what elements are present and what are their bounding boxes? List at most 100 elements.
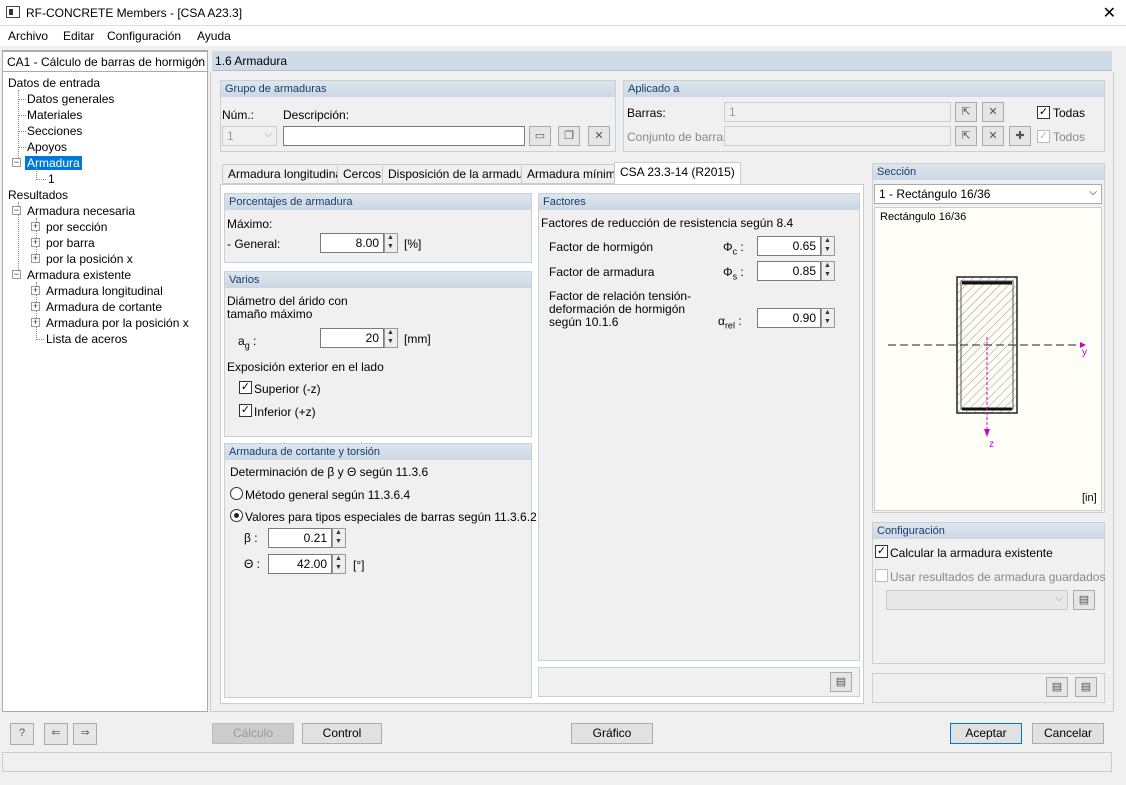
- section-select-value: 1 - Rectángulo 16/36: [879, 187, 991, 201]
- general-spinner[interactable]: [384, 233, 398, 253]
- bottom-checkbox[interactable]: ✓: [239, 404, 252, 417]
- menu-archivo[interactable]: Archivo: [8, 29, 48, 43]
- calc-button[interactable]: Cálculo: [212, 723, 294, 744]
- chevron-down-icon: ⌵: [1055, 593, 1063, 604]
- tree-sections[interactable]: Secciones: [27, 124, 82, 138]
- use-saved-checkbox[interactable]: [875, 569, 888, 582]
- menu-ayuda[interactable]: Ayuda: [197, 29, 231, 43]
- theta-spinner[interactable]: [332, 554, 346, 574]
- collapse-icon[interactable]: −: [12, 158, 21, 167]
- section-select[interactable]: 1 - Rectángulo 16/36 ⌵: [874, 184, 1102, 204]
- all-sets-checkbox[interactable]: ✓: [1037, 130, 1050, 143]
- tree-by-x2[interactable]: Armadura por la posición x: [46, 316, 189, 330]
- calc-existing-checkbox[interactable]: ✓: [875, 545, 888, 558]
- page-header: 1.6 Armadura: [212, 51, 1112, 71]
- expand-icon[interactable]: +: [31, 222, 40, 231]
- collapse-icon[interactable]: −: [12, 270, 21, 279]
- expand-icon[interactable]: +: [31, 286, 40, 295]
- cancel-button[interactable]: Cancelar: [1032, 723, 1104, 744]
- concrete-factor-symbol: Φc :: [723, 240, 744, 257]
- tab-csa[interactable]: CSA 23.3-14 (R2015): [614, 162, 741, 184]
- tree-input[interactable]: Datos de entrada: [8, 76, 100, 90]
- sets-input[interactable]: [724, 126, 951, 146]
- ag-spinner[interactable]: [384, 328, 398, 348]
- delete-group-icon[interactable]: ✕: [588, 126, 610, 146]
- menu-editar[interactable]: Editar: [63, 29, 94, 43]
- config-title: Configuración: [873, 523, 1104, 539]
- collapse-icon[interactable]: −: [12, 206, 21, 215]
- tab-layout[interactable]: Disposición de la armadura: [382, 164, 540, 184]
- new-group-icon[interactable]: ▭: [529, 126, 551, 146]
- tree-results[interactable]: Resultados: [8, 188, 68, 202]
- help-icon[interactable]: ?: [10, 723, 34, 745]
- tree-supports[interactable]: Apoyos: [27, 140, 67, 154]
- graphic-button[interactable]: Gráfico: [571, 723, 653, 744]
- back-icon[interactable]: ⇐: [44, 723, 68, 745]
- tree-steel-list[interactable]: Lista de aceros: [46, 332, 127, 346]
- top-checkbox[interactable]: ✓: [239, 381, 252, 394]
- expand-icon[interactable]: +: [31, 302, 40, 311]
- tab-stirrups[interactable]: Cercos: [337, 164, 388, 184]
- title-bar: RF-CONCRETE Members - [CSA A23.3] ✕: [0, 0, 1126, 26]
- beta-input[interactable]: 0.21: [268, 528, 332, 548]
- tree-general[interactable]: Datos generales: [27, 92, 114, 106]
- copy-group-icon[interactable]: ❐: [558, 126, 580, 146]
- pick-members-icon[interactable]: ⇱: [955, 102, 977, 122]
- tree-longitudinal[interactable]: Armadura longitudinal: [46, 284, 163, 298]
- pick-sets-icon[interactable]: ⇱: [955, 126, 977, 146]
- rel-factor-spinner[interactable]: [821, 308, 835, 328]
- ag-input[interactable]: 20: [320, 328, 384, 348]
- rel-factor-label: Factor de relación tensión-deformación d…: [549, 289, 692, 329]
- tree-reinforcement[interactable]: Armadura: [25, 156, 82, 170]
- expand-icon[interactable]: +: [31, 238, 40, 247]
- members-label: Barras:: [627, 106, 666, 120]
- percent-unit: [%]: [404, 237, 422, 251]
- status-bar: [2, 752, 1112, 772]
- desc-input[interactable]: [283, 126, 525, 146]
- tree-shear[interactable]: Armadura de cortante: [46, 300, 162, 314]
- tree-materials[interactable]: Materiales: [27, 108, 82, 122]
- special-values-radio[interactable]: [230, 509, 243, 522]
- tree-reinf-1[interactable]: 1: [48, 172, 55, 186]
- tab-longitudinal[interactable]: Armadura longitudinal: [222, 164, 351, 184]
- default-icon[interactable]: ▤: [830, 672, 852, 692]
- expand-icon[interactable]: +: [31, 254, 40, 263]
- theta-input[interactable]: 42.00: [268, 554, 332, 574]
- desc-label: Descripción:: [283, 108, 350, 122]
- expand-icon[interactable]: +: [31, 318, 40, 327]
- tree-by-x[interactable]: por la posición x: [46, 252, 133, 266]
- shear-title: Armadura de cortante y torsión: [225, 444, 531, 460]
- tree-existing[interactable]: Armadura existente: [27, 268, 131, 282]
- tab-minimum[interactable]: Armadura mínima: [521, 164, 629, 184]
- clear-members-icon[interactable]: ✕: [982, 102, 1004, 122]
- tree-required[interactable]: Armadura necesaria: [27, 204, 135, 218]
- num-value: 1: [227, 129, 234, 143]
- beta-spinner[interactable]: [332, 528, 346, 548]
- concrete-factor-spinner[interactable]: [821, 236, 835, 256]
- clear-sets-icon[interactable]: ✕: [982, 126, 1004, 146]
- saved-results-select[interactable]: ⌵: [886, 590, 1068, 610]
- accept-button[interactable]: Aceptar: [950, 723, 1022, 744]
- new-set-icon[interactable]: ✚: [1009, 126, 1031, 146]
- concrete-factor-input[interactable]: 0.65: [757, 236, 821, 256]
- control-button[interactable]: Control: [302, 723, 382, 744]
- close-icon[interactable]: ✕: [1103, 3, 1116, 23]
- import-icon[interactable]: ▤: [1075, 677, 1097, 697]
- steel-factor-label: Factor de armadura: [549, 265, 655, 279]
- case-select[interactable]: CA1 - Cálculo de barras de hormigón ⌵: [2, 51, 208, 72]
- tree-by-member[interactable]: por barra: [46, 236, 95, 250]
- general-input[interactable]: 8.00: [320, 233, 384, 253]
- ag-label: ag :: [238, 334, 257, 351]
- forward-icon[interactable]: ⇒: [73, 723, 97, 745]
- steel-factor-spinner[interactable]: [821, 261, 835, 281]
- all-members-checkbox[interactable]: ✓: [1037, 106, 1050, 119]
- saved-import-icon[interactable]: ▤: [1073, 590, 1095, 610]
- num-select[interactable]: 1 ⌵: [222, 126, 277, 146]
- general-method-radio[interactable]: [230, 487, 243, 500]
- steel-factor-input[interactable]: 0.85: [757, 261, 821, 281]
- export-icon[interactable]: ▤: [1046, 677, 1068, 697]
- menu-configuracion[interactable]: Configuración: [107, 29, 181, 43]
- tree-by-section[interactable]: por sección: [46, 220, 107, 234]
- rel-factor-input[interactable]: 0.90: [757, 308, 821, 328]
- members-input[interactable]: 1: [724, 102, 951, 122]
